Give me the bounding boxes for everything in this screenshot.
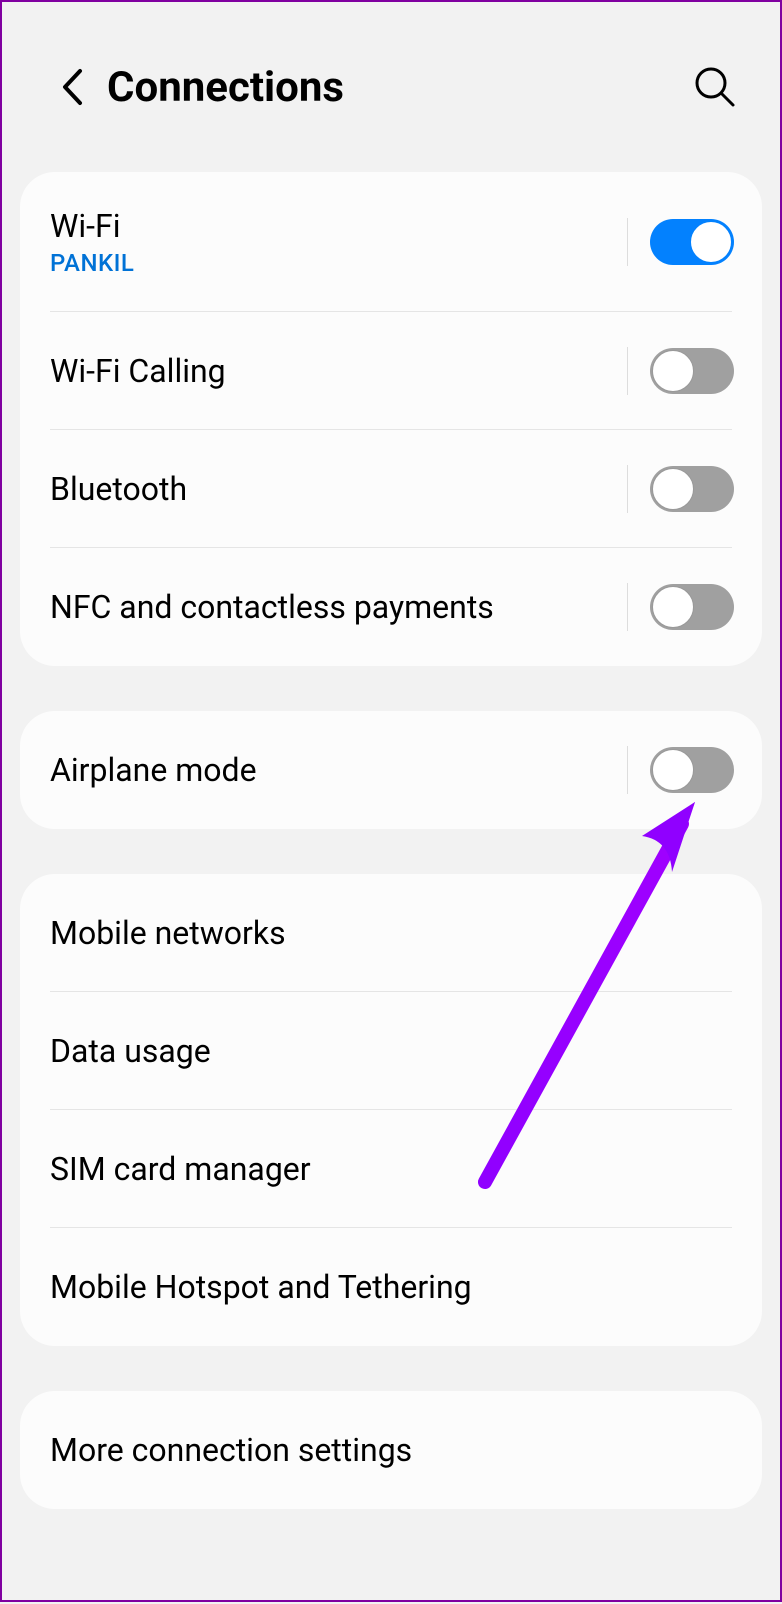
divider <box>627 583 628 631</box>
airplane-toggle-wrap <box>627 746 734 794</box>
airplane-text: Airplane mode <box>50 751 627 789</box>
more-connection-settings-row[interactable]: More connection settings <box>20 1391 762 1509</box>
mobile-networks-text: Mobile networks <box>50 914 734 952</box>
wifi-calling-toggle-wrap <box>627 347 734 395</box>
nfc-toggle[interactable] <box>650 584 734 630</box>
wifi-calling-row[interactable]: Wi-Fi Calling <box>20 312 762 430</box>
page-title: Connections <box>107 63 690 112</box>
bluetooth-toggle-wrap <box>627 465 734 513</box>
data-usage-text: Data usage <box>50 1032 734 1070</box>
search-icon <box>694 66 736 108</box>
wifi-row[interactable]: Wi-Fi PANKIL <box>20 172 762 312</box>
divider <box>627 746 628 794</box>
nfc-label: NFC and contactless payments <box>50 588 627 626</box>
settings-group-more: More connection settings <box>20 1391 762 1509</box>
nfc-text: NFC and contactless payments <box>50 588 627 626</box>
settings-group-airplane: Airplane mode <box>20 711 762 829</box>
wifi-calling-toggle[interactable] <box>650 348 734 394</box>
wifi-label: Wi-Fi <box>50 207 627 245</box>
more-label: More connection settings <box>50 1431 734 1469</box>
settings-group-connectivity: Wi-Fi PANKIL Wi-Fi Calling Bluetooth <box>20 172 762 666</box>
wifi-text: Wi-Fi PANKIL <box>50 207 627 277</box>
nfc-toggle-wrap <box>627 583 734 631</box>
wifi-calling-text: Wi-Fi Calling <box>50 352 627 390</box>
mobile-networks-label: Mobile networks <box>50 914 734 952</box>
sim-card-label: SIM card manager <box>50 1150 734 1188</box>
chevron-left-icon <box>61 68 83 106</box>
search-button[interactable] <box>690 62 740 112</box>
sim-card-text: SIM card manager <box>50 1150 734 1188</box>
nfc-row[interactable]: NFC and contactless payments <box>20 548 762 666</box>
wifi-network-name: PANKIL <box>50 249 627 277</box>
data-usage-row[interactable]: Data usage <box>20 992 762 1110</box>
mobile-networks-row[interactable]: Mobile networks <box>20 874 762 992</box>
toggle-knob <box>652 586 694 628</box>
airplane-label: Airplane mode <box>50 751 627 789</box>
more-text: More connection settings <box>50 1431 734 1469</box>
back-button[interactable] <box>52 67 92 107</box>
toggle-knob <box>652 468 694 510</box>
toggle-knob <box>690 221 732 263</box>
bluetooth-row[interactable]: Bluetooth <box>20 430 762 548</box>
settings-group-mobile: Mobile networks Data usage SIM card mana… <box>20 874 762 1346</box>
bluetooth-toggle[interactable] <box>650 466 734 512</box>
data-usage-label: Data usage <box>50 1032 734 1070</box>
hotspot-text: Mobile Hotspot and Tethering <box>50 1268 734 1306</box>
divider <box>627 465 628 513</box>
mobile-hotspot-row[interactable]: Mobile Hotspot and Tethering <box>20 1228 762 1346</box>
wifi-toggle-wrap <box>627 218 734 266</box>
wifi-toggle[interactable] <box>650 219 734 265</box>
bluetooth-text: Bluetooth <box>50 470 627 508</box>
hotspot-label: Mobile Hotspot and Tethering <box>50 1268 734 1306</box>
bluetooth-label: Bluetooth <box>50 470 627 508</box>
divider <box>627 347 628 395</box>
wifi-calling-label: Wi-Fi Calling <box>50 352 627 390</box>
airplane-mode-row[interactable]: Airplane mode <box>20 711 762 829</box>
header: Connections <box>2 2 780 172</box>
toggle-knob <box>652 749 694 791</box>
toggle-knob <box>652 350 694 392</box>
divider <box>627 218 628 266</box>
airplane-toggle[interactable] <box>650 747 734 793</box>
sim-card-manager-row[interactable]: SIM card manager <box>20 1110 762 1228</box>
